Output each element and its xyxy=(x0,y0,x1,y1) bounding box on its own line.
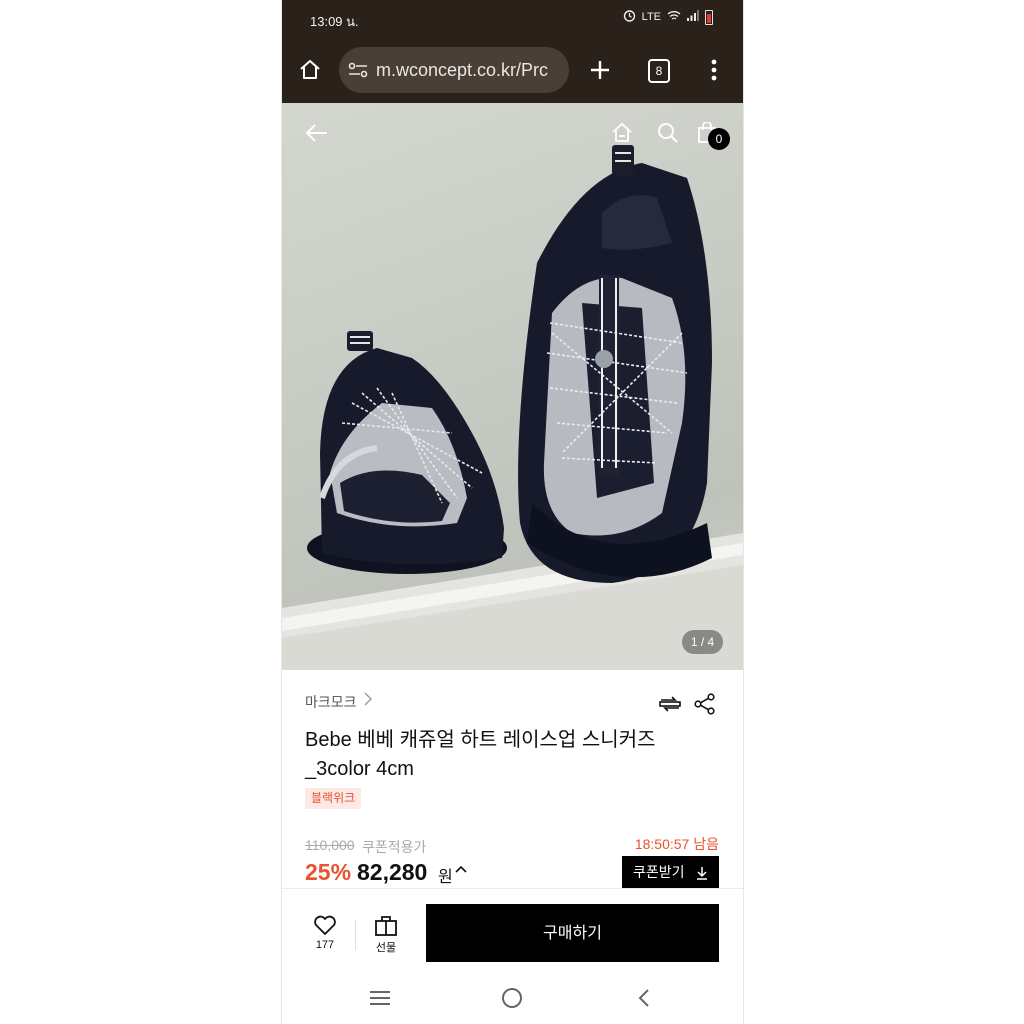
discount-rate: 25% xyxy=(305,859,352,885)
like-button[interactable]: 177 xyxy=(309,914,341,951)
plus-icon[interactable] xyxy=(587,57,613,83)
gift-icon xyxy=(374,916,398,939)
status-bar: 13:09 น. LTE xyxy=(282,0,743,38)
buy-button[interactable]: 구매하기 xyxy=(426,904,719,962)
countdown-timer: 18:50:57 남음 xyxy=(634,836,719,852)
alarm-icon xyxy=(623,9,636,25)
product-title: Bebe 베베 캐쥬얼 하트 레이스업 스니커즈 _3color 4cm xyxy=(305,726,685,784)
address-bar[interactable]: m.wconcept.co.kr/Prc xyxy=(339,47,569,93)
promo-tag: 블랙위크 xyxy=(305,788,362,809)
recent-apps-icon[interactable] xyxy=(362,972,398,1024)
get-coupon-label: 쿠폰받기 xyxy=(633,864,685,880)
battery-icon xyxy=(705,9,713,25)
original-price: 110,000 xyxy=(305,837,355,853)
sneaker-photo xyxy=(282,145,743,670)
browser-chrome: 13:09 น. LTE m.wconcept.co.kr/Prc 8 xyxy=(282,0,743,103)
phone-screen: 13:09 น. LTE m.wconcept.co.kr/Prc 8 0 1 … xyxy=(281,0,744,1024)
product-title-line2: _3color 4cm xyxy=(305,758,414,780)
chevron-up-icon[interactable] xyxy=(455,861,467,882)
like-count: 177 xyxy=(315,939,335,951)
more-icon[interactable] xyxy=(704,57,724,83)
currency-label: 원 xyxy=(438,869,453,886)
status-icons: LTE xyxy=(623,9,713,25)
sale-price: 82,280 xyxy=(357,859,428,885)
compare-icon[interactable] xyxy=(657,692,683,716)
back-arrow-icon[interactable] xyxy=(304,120,330,146)
gift-label: 선물 xyxy=(375,942,397,954)
cart-count-badge: 0 xyxy=(708,128,730,150)
share-icon[interactable] xyxy=(693,692,717,716)
url-text: m.wconcept.co.kr/Prc xyxy=(376,60,549,80)
brand-link[interactable]: 마크모크 xyxy=(305,692,357,712)
download-icon xyxy=(696,856,708,888)
heart-icon xyxy=(313,915,337,939)
wifi-icon xyxy=(667,10,681,24)
system-nav-bar xyxy=(282,972,743,1024)
search-icon[interactable] xyxy=(655,120,681,146)
action-divider xyxy=(355,920,356,950)
status-time: 13:09 น. xyxy=(310,14,359,29)
home-circle-icon[interactable] xyxy=(494,972,530,1024)
home-outline-icon[interactable] xyxy=(609,120,635,146)
signal-icon xyxy=(687,10,699,24)
back-chevron-icon[interactable] xyxy=(626,972,662,1024)
product-image[interactable]: 0 1 / 4 xyxy=(282,103,743,670)
get-coupon-button[interactable]: 쿠폰받기 xyxy=(622,856,719,888)
image-counter: 1 / 4 xyxy=(682,630,723,654)
divider xyxy=(282,888,743,889)
home-icon[interactable] xyxy=(296,56,324,84)
tab-switcher-icon[interactable]: 8 xyxy=(648,59,670,83)
site-settings-icon[interactable] xyxy=(348,61,368,79)
product-title-line1: Bebe 베베 캐쥬얼 하트 레이스업 스니커즈 xyxy=(305,729,656,751)
coupon-price-label: 쿠폰적용가 xyxy=(362,839,427,855)
network-type: LTE xyxy=(641,11,661,23)
gift-button[interactable]: 선물 xyxy=(370,914,402,955)
chevron-right-icon[interactable] xyxy=(364,692,372,709)
